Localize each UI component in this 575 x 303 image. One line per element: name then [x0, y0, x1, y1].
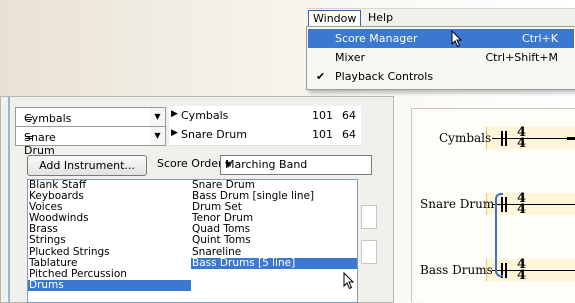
list-item[interactable]: Strings — [28, 235, 192, 246]
add-instrument-button[interactable]: Add Instrument... — [27, 155, 147, 176]
list-item[interactable]: Plucked Strings — [28, 246, 192, 258]
list-item[interactable]: Snareline — [191, 246, 357, 258]
percussion-clef-icon — [505, 131, 507, 146]
side-field[interactable] — [361, 240, 377, 264]
window-menu-dropdown: Score Manager Ctrl+K Mixer Ctrl+Shift+M … — [306, 26, 575, 90]
score-order-select[interactable]: Marching Band ▼ — [220, 155, 372, 175]
list-item-selected[interactable]: Drums — [28, 279, 192, 291]
score-view: Cymbals 4 4 Snare Drum 4 4 Bass Drums 4 … — [411, 108, 575, 302]
instrument-family-list[interactable]: Blank Staff Keyboards Voices Woodwinds B… — [27, 179, 193, 303]
menu-bar: Window Help — [306, 8, 575, 28]
percussion-clef-icon — [501, 131, 503, 146]
chevron-down-icon: ▼ — [225, 160, 232, 169]
staff-name: Snare Drum — [420, 197, 495, 211]
time-signature: 4 4 — [517, 191, 527, 217]
staff-bracket — [495, 193, 503, 277]
score-order-label: Score Order: — [157, 157, 227, 170]
play-arrow-icon: ▶ — [171, 128, 178, 138]
side-field[interactable] — [361, 205, 377, 229]
rest-icon — [567, 137, 575, 140]
panel-edge — [8, 97, 10, 302]
menu-help[interactable]: Help — [364, 10, 397, 25]
mouse-pointer-icon — [343, 272, 355, 290]
instrument-select-snare-drum[interactable]: = Snare Drum — [15, 126, 152, 157]
time-signature: 4 4 — [517, 125, 527, 151]
checkmark-icon: ✔ — [316, 70, 326, 83]
staff-name: Cymbals — [439, 131, 492, 145]
menu-item-mixer[interactable]: Mixer Ctrl+Shift+M — [308, 48, 574, 67]
instrument-dropdown-button[interactable]: ▼ — [150, 107, 166, 127]
instrument-mapping-row[interactable]: ▶ Snare Drum 101 64 — [169, 125, 361, 146]
instrument-select-cymbals[interactable]: = Cymbals — [15, 107, 152, 127]
time-signature: 4 4 — [517, 257, 527, 283]
drum-instrument-list[interactable]: Snare Drum Bass Drum [single line] Drum … — [191, 179, 358, 303]
play-arrow-icon: ▶ — [171, 109, 178, 119]
percussion-clef-icon — [505, 197, 507, 212]
mouse-pointer-icon — [451, 30, 463, 48]
instrument-mapping-row[interactable]: ▶ Cymbals 101 64 — [169, 106, 361, 127]
list-item-selected[interactable]: Bass Drums [5 line] — [191, 257, 357, 269]
menu-item-score-manager[interactable]: Score Manager Ctrl+K — [308, 29, 574, 48]
menu-item-playback-controls[interactable]: ✔ Playback Controls — [308, 67, 574, 86]
menu-window[interactable]: Window — [308, 10, 362, 27]
percussion-clef-icon — [505, 263, 507, 278]
staff-name: Bass Drums — [420, 263, 493, 277]
list-item[interactable]: Quint Toms — [191, 235, 357, 246]
instrument-dropdown-button[interactable]: ▼ — [150, 126, 166, 146]
